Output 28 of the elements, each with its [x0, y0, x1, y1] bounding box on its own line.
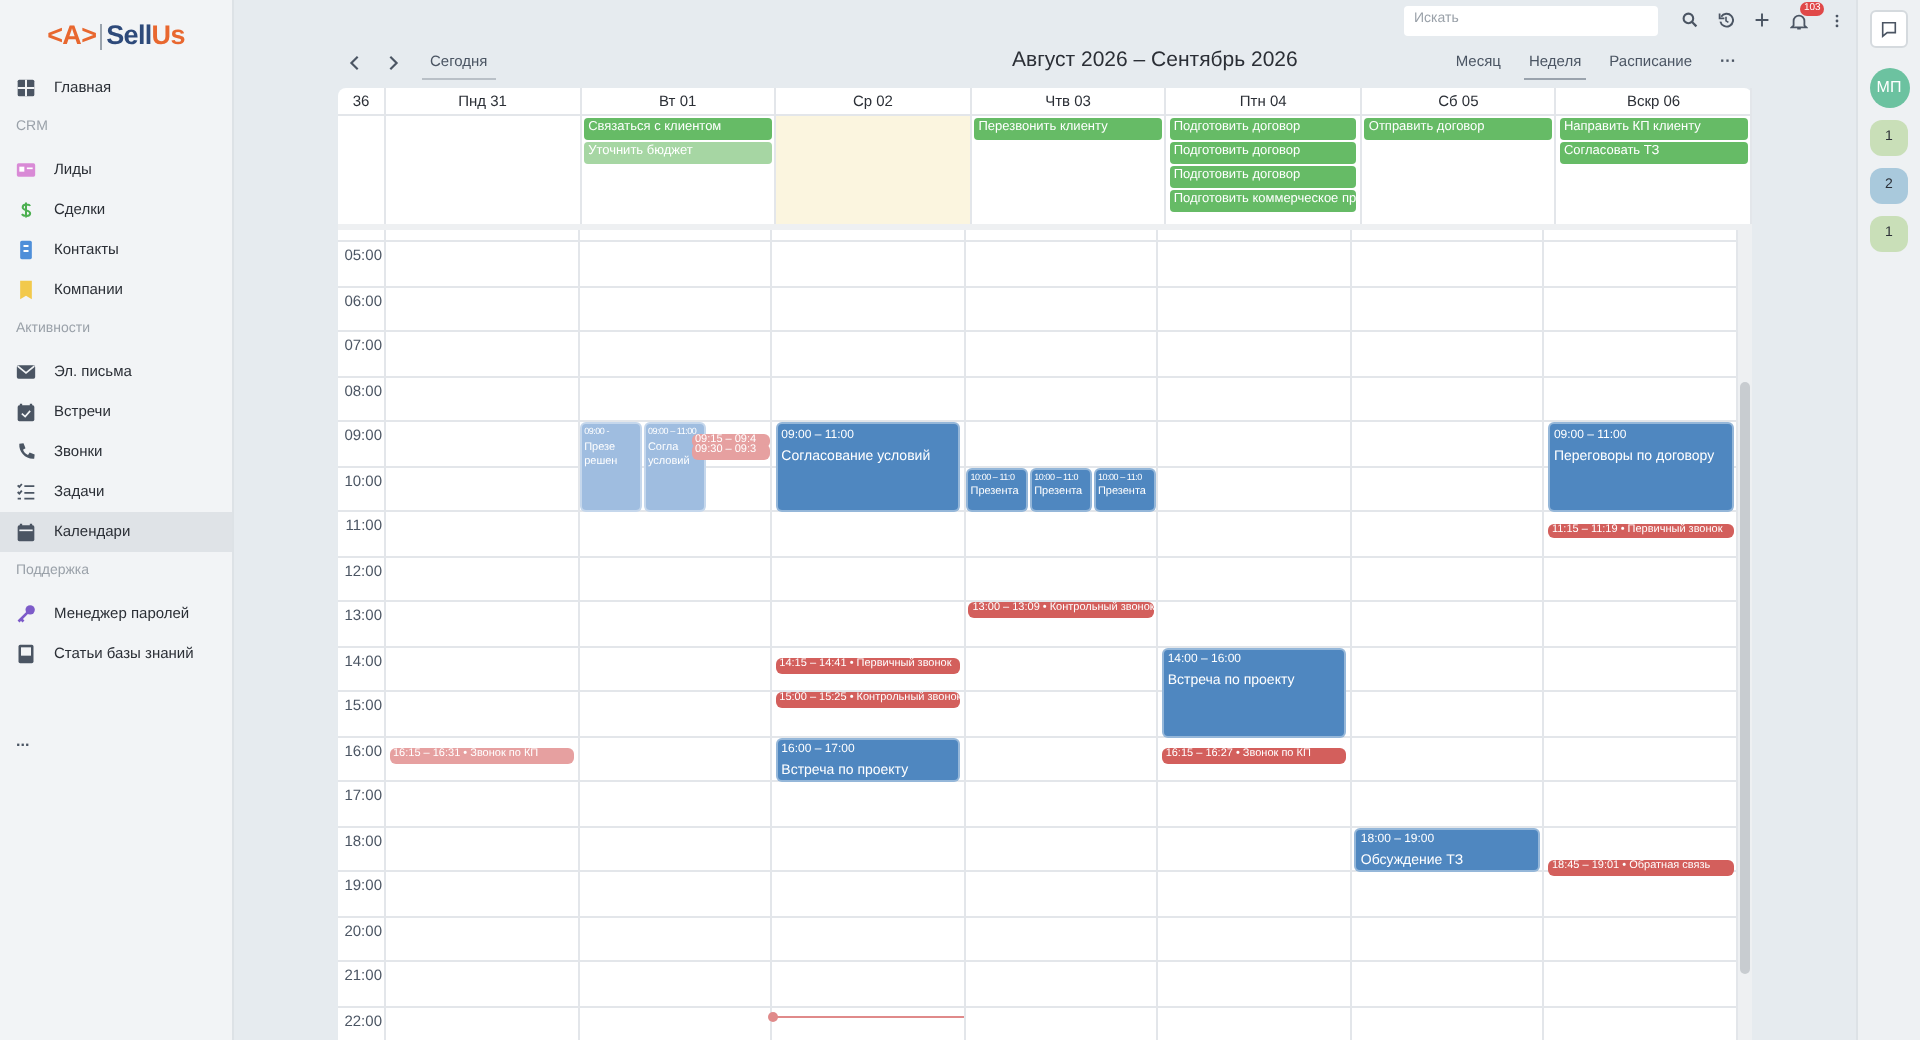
checklist-icon: [16, 482, 36, 502]
calendar-icon: [16, 522, 36, 542]
chevron-right-icon[interactable]: [384, 53, 402, 71]
user-avatar[interactable]: МП: [1869, 68, 1909, 108]
chat-icon: [1880, 20, 1898, 38]
chevron-left-icon[interactable]: [346, 53, 364, 71]
logo: <A> SellUs: [45, 17, 187, 54]
bookmark-icon: [16, 280, 36, 300]
kebab-menu-icon[interactable]: [1830, 13, 1844, 27]
history-icon[interactable]: [1718, 12, 1734, 28]
id-card-icon: [16, 160, 36, 180]
book-icon: [16, 644, 36, 664]
more-button[interactable]: ...: [0, 730, 232, 758]
calendar-title: Август 2026 – Сентябрь 2026: [1009, 46, 1300, 77]
contact-card-icon: [16, 240, 36, 260]
envelope-icon: [16, 362, 36, 382]
plus-icon[interactable]: [1754, 12, 1770, 28]
bell-icon[interactable]: [1790, 11, 1808, 29]
phone-icon: [16, 442, 36, 462]
key-icon: [16, 604, 36, 624]
all-day-cell[interactable]: [776, 116, 972, 224]
calendar-check-icon: [16, 402, 36, 422]
more-button[interactable]: ···: [1720, 50, 1736, 74]
search-icon[interactable]: [1682, 12, 1698, 28]
dollar-icon: [16, 200, 36, 220]
chat-button[interactable]: [1870, 10, 1908, 48]
grid-icon: [16, 78, 36, 98]
scrollbar[interactable]: [1740, 382, 1750, 974]
